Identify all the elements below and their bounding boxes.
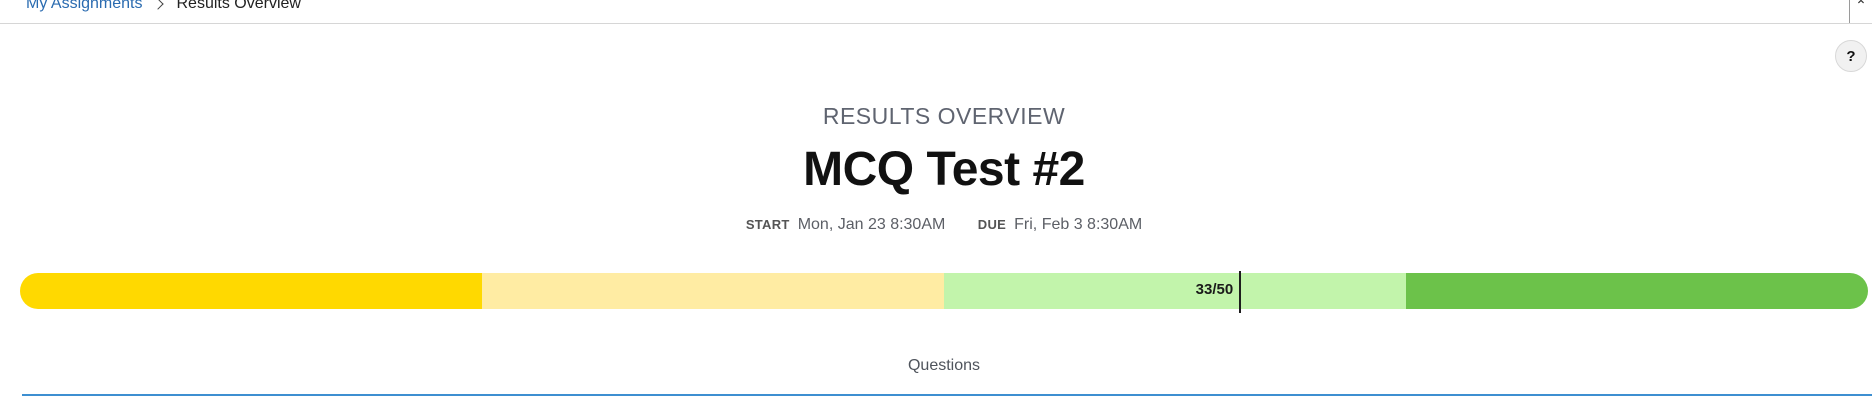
score-band-1 xyxy=(20,273,482,309)
tab-underline xyxy=(22,394,1872,396)
score-marker xyxy=(1238,271,1241,313)
due-date: Fri, Feb 3 8:30AM xyxy=(1014,216,1143,233)
top-navigation-bar: My Assignments Results Overview ⌃ xyxy=(0,0,1872,24)
score-band-2 xyxy=(482,273,944,309)
start-label: START xyxy=(745,217,790,232)
chevron-right-icon xyxy=(152,0,165,10)
breadcrumb-my-assignments-link[interactable]: My Assignments xyxy=(26,0,142,14)
start-date: Mon, Jan 23 8:30AM xyxy=(797,216,946,233)
tab-questions[interactable]: Questions xyxy=(0,357,1872,375)
score-band-3 xyxy=(944,273,1406,309)
breadcrumb-current: Results Overview xyxy=(176,0,301,12)
score-band-4 xyxy=(1406,273,1868,309)
page-overline: RESULTS OVERVIEW xyxy=(822,103,1066,129)
help-button[interactable]: ? xyxy=(1835,40,1867,72)
page-title: MCQ Test #2 xyxy=(803,143,1085,196)
assignment-dates: START Mon, Jan 23 8:30AM DUE Fri, Feb 3 8:… xyxy=(0,216,1872,234)
score-value: 33/50 xyxy=(1195,281,1234,298)
collapse-icon[interactable]: ⌃ xyxy=(1849,0,1872,23)
due-label: DUE xyxy=(977,217,1007,232)
score-progress-bar xyxy=(20,273,1868,309)
breadcrumb: My Assignments Results Overview xyxy=(26,0,301,14)
